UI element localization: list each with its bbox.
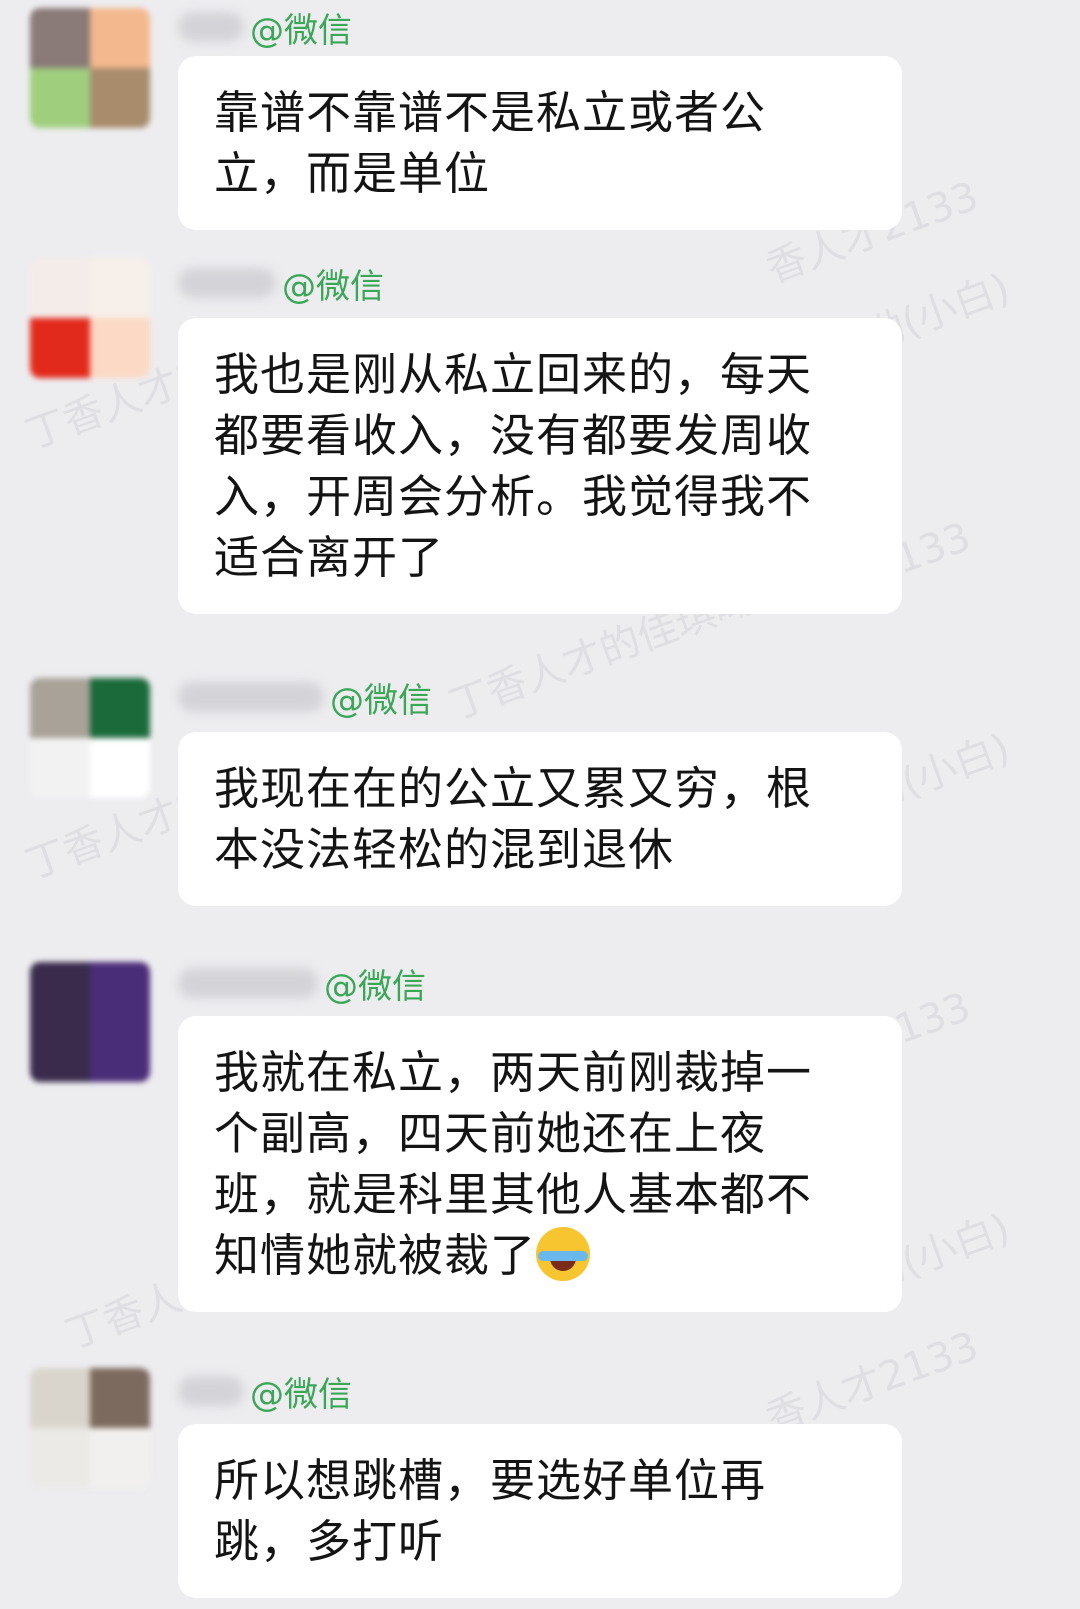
sender-tag: @微信 — [324, 966, 426, 1007]
message-line-with-emoji: 知情她就被裁了 — [214, 1225, 866, 1286]
sender-name[interactable]: @微信 — [178, 1366, 352, 1416]
sender-name[interactable]: @微信 — [178, 672, 432, 722]
sender-name[interactable]: @微信 — [178, 2, 352, 52]
message-line: 立，而是单位 — [214, 147, 491, 200]
avatar[interactable] — [30, 8, 150, 128]
message-line: 适合离开了 — [214, 531, 445, 584]
sender-tag: @微信 — [330, 680, 432, 721]
message-line: 个副高，四天前她还在上夜 — [214, 1107, 767, 1160]
message-bubble[interactable]: 我现在在的公立又累又穷，根 本没法轻松的混到退休 — [178, 732, 902, 906]
message-bubble[interactable]: 所以想跳槽，要选好单位再 跳，多打听 — [178, 1424, 902, 1598]
sender-name[interactable]: @微信 — [178, 258, 384, 308]
message-line: 我也是刚从私立回来的，每天 — [214, 348, 813, 401]
avatar[interactable] — [30, 962, 150, 1082]
message-line: 我就在私立，两天前刚裁掉一 — [214, 1046, 813, 1099]
message-line: 知情她就被裁了 — [214, 1229, 537, 1282]
blurred-name — [178, 268, 276, 298]
message-line: 所以想跳槽，要选好单位再 — [214, 1454, 767, 1507]
blurred-name — [178, 968, 318, 998]
message-bubble[interactable]: 靠谱不靠谱不是私立或者公 立，而是单位 — [178, 56, 902, 230]
message-line: 跳，多打听 — [214, 1515, 445, 1568]
message-line: 我现在在的公立又累又穷，根 — [214, 762, 813, 815]
avatar[interactable] — [30, 678, 150, 798]
blurred-name — [178, 1376, 244, 1406]
sender-tag: @微信 — [250, 1374, 352, 1415]
sender-tag: @微信 — [282, 266, 384, 307]
sender-name[interactable]: @微信 — [178, 958, 426, 1008]
blurred-name — [178, 12, 244, 42]
blurred-name — [178, 682, 324, 712]
message-line: 入，开周会分析。我觉得我不 — [214, 470, 813, 523]
message-line: 都要看收入，没有都要发周收 — [214, 409, 813, 462]
face-with-tears-of-joy-icon — [536, 1227, 591, 1281]
message-line: 班，就是科里其他人基本都不 — [214, 1168, 813, 1221]
message-bubble[interactable]: 我也是刚从私立回来的，每天 都要看收入，没有都要发周收 入，开周会分析。我觉得我… — [178, 318, 902, 614]
message-bubble[interactable]: 我就在私立，两天前刚裁掉一 个副高，四天前她还在上夜 班，就是科里其他人基本都不… — [178, 1016, 902, 1312]
message-line: 靠谱不靠谱不是私立或者公 — [214, 86, 767, 139]
sender-tag: @微信 — [250, 10, 352, 51]
message-line: 本没法轻松的混到退休 — [214, 823, 675, 876]
avatar[interactable] — [30, 1368, 150, 1488]
avatar[interactable] — [30, 258, 150, 378]
